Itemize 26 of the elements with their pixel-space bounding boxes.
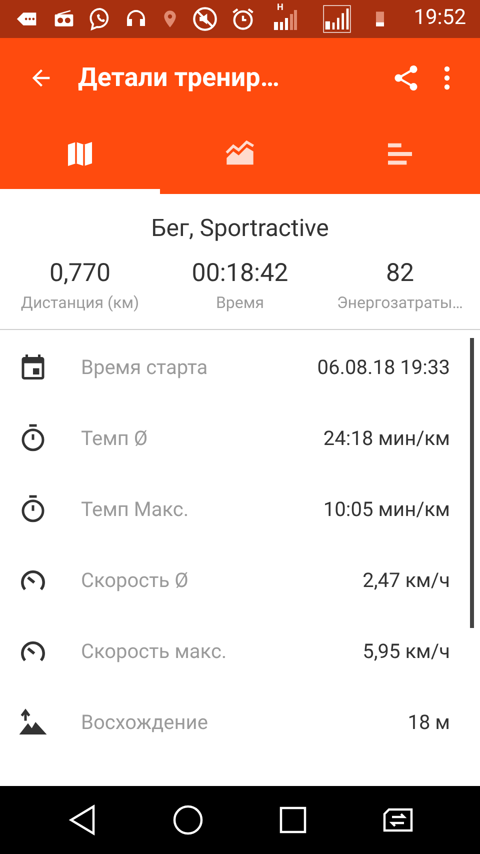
detail-value: 18 м [408,708,450,736]
stat-value: 00:18:42 [192,258,288,290]
status-time: 19:52 [414,5,466,32]
detail-label: Время старта [81,354,208,381]
detail-label: Темп Ø [81,424,148,452]
detail-label: Скорость Ø [81,566,188,594]
detail-label: Скорость макс. [81,638,227,665]
stat-value: 82 [386,258,414,290]
stat-label: Время [216,292,264,314]
screen-title: Детали тренир… [78,62,280,94]
detail-value: 2,47 км/ч [362,566,450,594]
detail-label: Восхождение [81,708,208,736]
detail-label: Темп Макс. [81,496,189,523]
detail-value: 06.08.18 19:33 [317,354,450,381]
detail-value: 24:18 мин/км [323,424,450,452]
detail-value: 10:05 мин/км [323,496,450,523]
alarm-icon [230,6,256,32]
stat-label: Энергозатраты… [337,292,463,314]
stat-value: 0,770 [49,258,111,290]
stat-label: Дистанция (км) [20,292,140,314]
mountain-arrow-icon [18,706,48,737]
detail-value: 5,95 км/ч [362,638,450,665]
activity-title: Бег, Sportractive [151,213,329,244]
mute-icon [192,6,218,32]
network-type-label: H [277,4,284,13]
more-options-icon [443,65,451,91]
